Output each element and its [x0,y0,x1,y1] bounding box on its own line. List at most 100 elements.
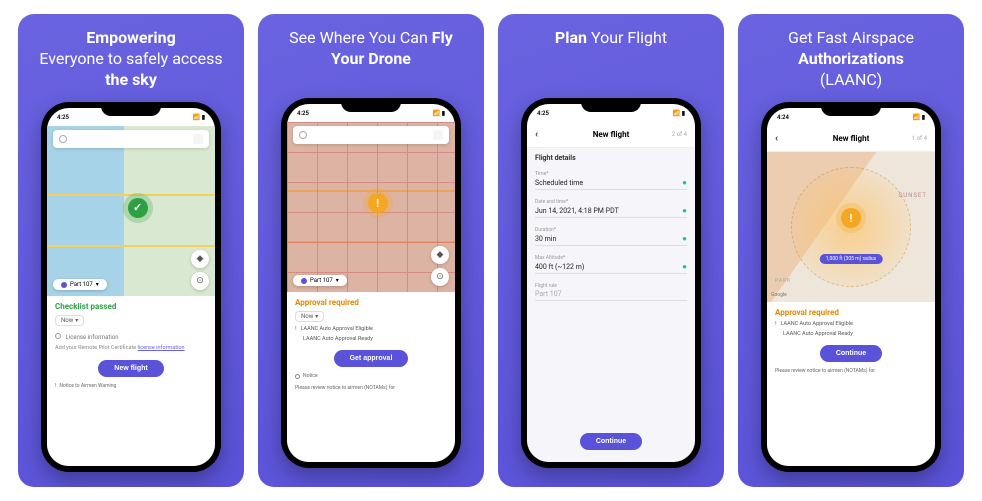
app-store-slide-1: Empowering Everyone to safely access the… [18,14,244,487]
map-fab-group: ◆ ⊙ [191,250,209,290]
map-status-pin-warn[interactable]: ! [368,193,388,213]
approval-status: Approval required [295,298,447,307]
slide-title: Empowering Everyone to safely access the… [26,26,236,92]
locate-button[interactable]: ⊙ [191,272,209,290]
app-store-slide-3: Plan Your Flight 4:25 📶 ▮ ‹ New flight 2… [498,14,724,487]
profile-dot [301,278,307,284]
field-label: Date and time* [535,199,687,205]
field-altitude[interactable]: Max Altitude* 400 ft (~122 m) ● [535,253,687,276]
laanc-eligible: !LAANC Auto Approval Eligible [775,321,927,327]
check-icon: ● [682,234,687,243]
step-indicator: 1 of 4 [912,135,927,142]
phone-notch [581,98,641,112]
profile-pill[interactable]: Part 107 ▾ [293,275,347,286]
layers-button[interactable]: ◆ [191,250,209,268]
field-value: 30 min [535,235,556,243]
phone-notch [821,102,881,116]
map-status-pin-ok[interactable]: ✓ [128,198,148,218]
phone-notch [341,98,401,112]
form-title: New flight [833,134,870,143]
field-flight-rule[interactable]: Flight rule Part 107 [535,281,687,303]
search-icon [299,131,307,139]
status-signals: 📶 ▮ [193,114,205,121]
search-icon [59,135,67,143]
status-panel: Approval required Now ▾ !LAANC Auto Appr… [287,292,455,462]
map-search-bar[interactable] [53,130,209,148]
dropdown-label: Now [61,317,73,324]
field-duration[interactable]: Duration* 30 min ● [535,225,687,248]
map-fab-group: ◆ ⊙ [431,246,449,286]
phone-mockup: 4:25 📶 ▮ ! ◆ ⊙ Part 107 ▾ [281,98,461,468]
status-time: 4:25 [297,110,309,117]
map-status-pin-warn[interactable]: ! [841,208,861,228]
profile-pill[interactable]: Part 107 ▾ [53,279,107,290]
locate-button[interactable]: ⊙ [431,268,449,286]
field-datetime[interactable]: Date and time* Jun 14, 2021, 4:18 PM PDT… [535,197,687,220]
notam-footer: !Notice to Airmen Warning [55,383,207,389]
phone-screen: 4:25 📶 ▮ ‹ New flight 2 of 4 Flight deta… [527,104,695,462]
field-value: Jun 14, 2021, 4:18 PM PDT [535,207,619,215]
chevron-down-icon: ▾ [315,313,318,320]
field-time[interactable]: Time* Scheduled time ● [535,169,687,192]
check-icon: ● [682,206,687,215]
phone-notch [101,102,161,116]
step-indicator: 2 of 4 [672,131,687,138]
field-value: 400 ft (~122 m) [535,263,584,271]
field-value: Scheduled time [535,179,583,187]
notam-footer: Please review notice to airmen (NOTAMs) … [775,368,927,374]
get-approval-button[interactable]: Get approval [334,350,409,367]
license-hint: Add your Remote Pilot Certificate licens… [55,345,207,352]
app-store-slide-4: Get Fast Airspace Authorizations (LAANC)… [738,14,964,487]
chevron-down-icon: ▾ [336,277,339,284]
field-label: Duration* [535,227,687,233]
status-panel: Approval required !LAANC Auto Approval E… [767,302,935,466]
phone-mockup: 4:25 📶 ▮ ✓ ◆ ⊙ Part 107 ▾ [41,102,221,472]
map-search-bar[interactable] [293,126,449,144]
form-header: ‹ New flight 1 of 4 [767,126,935,152]
laanc-eligible: !LAANC Auto Approval Eligible [295,326,447,332]
field-label: Flight rule [535,283,687,289]
dropdown-label: Now [301,313,313,320]
new-flight-button[interactable]: New flight [98,360,163,377]
section-title: Flight details [535,154,687,162]
field-label: Max Altitude* [535,255,687,261]
phone-screen: 4:25 📶 ▮ ✓ ◆ ⊙ Part 107 ▾ [47,108,215,466]
map-view[interactable]: ✓ ◆ ⊙ Part 107 ▾ [47,126,215,296]
laanc-ready: LAANC Auto Approval Ready [295,336,447,342]
map-view[interactable]: ! ◆ ⊙ Part 107 ▾ [287,122,455,292]
slide-title: See Where You Can Fly Your Drone [266,26,476,88]
flight-form: Flight details Time* Scheduled time ● Da… [527,148,695,462]
time-dropdown[interactable]: Now ▾ [295,311,324,322]
status-time: 4:25 [57,114,69,121]
continue-button[interactable]: Continue [580,433,642,450]
chevron-down-icon: ▾ [96,281,99,288]
google-attribution: Google [771,292,787,298]
phone-screen: 4:24 📶 ▮ ‹ New flight 1 of 4 ! 1,000 ft … [767,108,935,466]
back-button[interactable]: ‹ [775,133,778,144]
status-panel: Checklist passed Now ▾ License informati… [47,296,215,466]
license-heading: License information [55,333,207,341]
notam-footer: Please review notice to airmen (NOTAMs) … [295,385,447,391]
laanc-ready: LAANC Auto Approval Ready [775,331,927,337]
slide-title: Get Fast Airspace Authorizations (LAANC) [782,26,920,92]
radius-chip[interactable]: 1,000 ft (305 m) radius [820,254,883,264]
approval-status: Approval required [775,308,927,317]
phone-mockup: 4:24 📶 ▮ ‹ New flight 1 of 4 ! 1,000 ft … [761,102,941,472]
map-view[interactable]: ! 1,000 ft (305 m) radius SUNSET PARK Go… [767,152,935,302]
form-header: ‹ New flight 2 of 4 [527,122,695,148]
continue-button[interactable]: Continue [820,345,882,362]
layers-button[interactable]: ◆ [431,246,449,264]
status-signals: 📶 ▮ [913,114,925,121]
profile-label: Part 107 [70,281,93,288]
profile-label: Part 107 [310,277,333,284]
check-icon: ● [682,262,687,271]
status-time: 4:24 [777,114,789,121]
form-title: New flight [593,130,630,139]
field-label: Time* [535,171,687,177]
back-button[interactable]: ‹ [535,129,538,140]
slide-title: Plan Your Flight [549,26,673,88]
time-dropdown[interactable]: Now ▾ [55,315,84,326]
profile-dot [61,282,67,288]
app-store-slide-2: See Where You Can Fly Your Drone 4:25 📶 … [258,14,484,487]
field-value: Part 107 [535,290,562,298]
